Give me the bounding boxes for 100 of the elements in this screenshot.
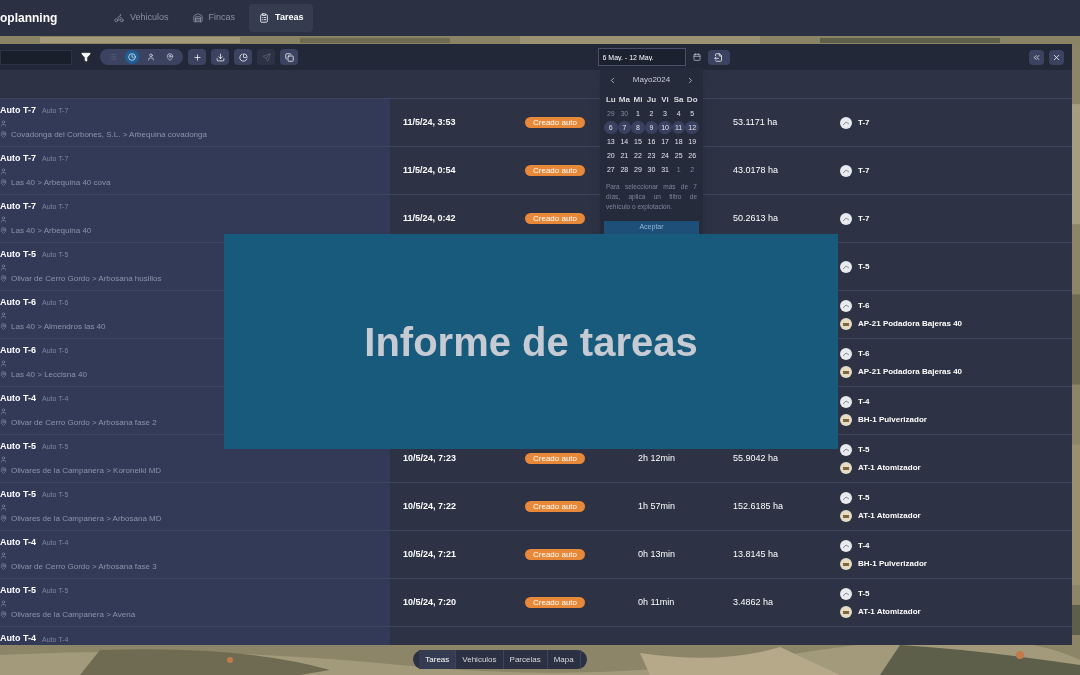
weekday-label: Ju — [645, 94, 658, 106]
task-location: Las 40 > Arbequina 40 cova — [11, 176, 111, 189]
warehouse-icon — [192, 13, 203, 23]
month-title: Mayo2024 — [632, 74, 671, 86]
nav-tab[interactable]: Tareas — [249, 4, 314, 32]
equipment-label: BH-1 Pulverizador — [858, 557, 927, 570]
tractor-photo-icon — [840, 116, 852, 129]
equipment-label: T-7 — [858, 164, 870, 177]
equipment-label: AP-21 Podadora Bajeras 40 — [858, 317, 963, 330]
equipment-label: T-5 — [858, 260, 870, 273]
tractor-photo-icon — [840, 347, 852, 360]
pie-chart-icon — [238, 52, 248, 62]
next-month-icon[interactable] — [686, 75, 695, 85]
equipment-label: T-7 — [858, 212, 870, 225]
equipment-label: T-4 — [858, 395, 870, 408]
task-area: 13.8145 ha — [733, 548, 779, 559]
person-icon — [0, 599, 7, 607]
tractor-photo-icon — [840, 395, 852, 408]
status-badge: Creado auto — [525, 500, 586, 512]
map-pin-icon — [0, 179, 7, 187]
person-icon — [0, 455, 7, 463]
copy-icon — [284, 52, 294, 62]
weekday-label: Ma — [617, 94, 631, 106]
weekday-label: Do — [685, 94, 699, 106]
task-duration: 1h 57min — [638, 500, 676, 511]
task-location: Olivares de la Campanera > Arbosana MD — [11, 512, 162, 525]
copy-button[interactable] — [280, 49, 298, 65]
task-name: Auto T-5 — [0, 584, 36, 598]
map-pin-icon — [0, 515, 7, 523]
equipment-label: AP-21 Podadora Bajeras 40 — [858, 365, 963, 378]
person-icon — [147, 53, 155, 61]
tractor-photo-icon — [840, 539, 852, 552]
task-location: Covadonga del Corbones, S.L. > Arbequina covadonga — [11, 128, 207, 141]
previous-month-icon[interactable] — [608, 75, 617, 85]
map-pin-icon — [0, 227, 7, 235]
implement-photo-icon — [840, 461, 852, 474]
nav-tab[interactable]: Fincas — [182, 4, 246, 32]
task-name: Auto T-7 — [0, 152, 36, 166]
task-duration: 0h 13min — [638, 548, 676, 559]
calendar-icon[interactable] — [692, 53, 701, 61]
app-brand: oplanning — [0, 10, 59, 27]
weekday-label: Vi — [660, 94, 670, 106]
implement-photo-icon — [840, 509, 852, 522]
filter-icon[interactable] — [81, 52, 91, 62]
weekday-label: Sa — [672, 94, 685, 106]
map-pin-icon — [0, 611, 7, 619]
map-pin-icon — [166, 53, 174, 61]
task-area: 43.0178 ha — [733, 164, 779, 175]
implement-photo-icon — [840, 605, 852, 618]
double-chevron-icon — [1032, 52, 1041, 62]
implement-photo-icon — [840, 413, 852, 426]
nav-tab[interactable]: Vehiculos — [104, 4, 179, 32]
bottom-nav-tab[interactable]: Mapa — [547, 650, 581, 669]
person-icon — [0, 167, 7, 175]
status-badge: Creado auto — [525, 164, 586, 176]
map-pin-icon — [0, 131, 7, 139]
task-location: Olivar de Cerro Gordo > Arbosana fase 2 — [11, 416, 157, 429]
weekday-label: Mi — [632, 94, 644, 106]
search-field[interactable] — [0, 49, 72, 65]
clock-toggle[interactable] — [125, 50, 139, 64]
export-button[interactable] — [707, 49, 730, 65]
collapse-button[interactable] — [1029, 49, 1044, 65]
equipment-label: T-4 — [858, 539, 870, 552]
task-name: Auto T-4 — [0, 634, 36, 643]
clock-icon — [128, 53, 136, 61]
tractor-photo-icon — [840, 260, 852, 273]
task-date: 10/5/24, 7:20 — [403, 596, 457, 607]
clipboard-icon — [259, 13, 270, 23]
add-button[interactable] — [188, 49, 206, 65]
chart-button[interactable] — [234, 49, 252, 65]
task-area: 53.1171 ha — [733, 116, 778, 127]
map-pin-icon — [0, 419, 7, 427]
implement-photo-icon — [840, 317, 852, 330]
map-pin-icon — [0, 563, 7, 571]
implement-photo-icon — [840, 557, 852, 570]
task-date: 10/5/24, 7:22 — [403, 500, 457, 511]
bottom-nav-tab[interactable]: Parcelas — [503, 650, 548, 669]
task-date: 11/5/24, 3:53 — [403, 116, 456, 127]
task-duration: 2h 12min — [638, 452, 676, 463]
tractor-photo-icon — [840, 212, 852, 225]
person-icon — [0, 215, 7, 223]
equipment-label: T-6 — [858, 347, 870, 360]
map-pin-icon — [0, 371, 7, 379]
equipment-label: T-5 — [858, 443, 870, 456]
tractor-photo-icon — [840, 443, 852, 456]
task-name: Auto T-5 — [0, 440, 36, 454]
person-icon — [0, 119, 7, 127]
bottom-nav-tab[interactable]: Vehiculos — [456, 650, 504, 669]
task-date: 10/5/24, 7:21 — [403, 548, 457, 559]
map-pin-icon — [0, 323, 7, 331]
equipment-label: T-7 — [858, 116, 870, 129]
bottom-nav-tab[interactable]: Tareas — [419, 650, 457, 669]
export-icon — [714, 52, 723, 62]
close-button[interactable] — [1049, 49, 1064, 65]
task-location: Olivar de Cerro Gordo > Arbosana fase 3 — [11, 560, 157, 573]
task-area: 152.6185 ha — [733, 500, 784, 511]
task-name: Auto T-4 — [0, 392, 36, 406]
download-button[interactable] — [211, 49, 229, 65]
equipment-label: AT-1 Atomizador — [858, 461, 921, 474]
send-icon — [261, 52, 271, 62]
